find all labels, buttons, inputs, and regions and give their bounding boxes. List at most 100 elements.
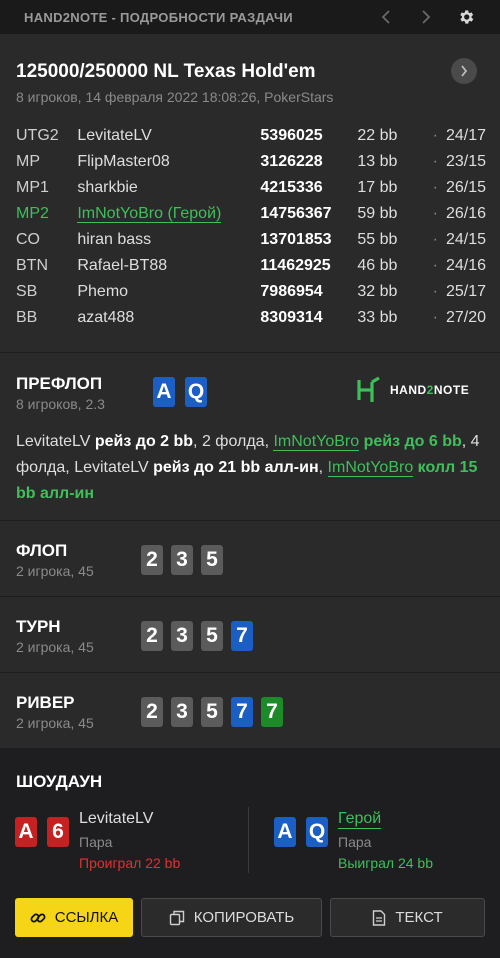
copy-button-label: КОПИРОВАТЬ (193, 909, 295, 926)
hud-separator: · (432, 231, 438, 248)
river-subtitle: 2 игрока, 45 (16, 715, 94, 731)
hero-card-1: A (153, 377, 175, 407)
player-hud-stats: · 26/16 (417, 205, 486, 223)
chevron-right-icon[interactable] (406, 0, 446, 34)
hero-name-link[interactable]: ImNotYoBro (Герой) (77, 205, 222, 223)
player-stack-bb: 33 bb (357, 309, 398, 326)
player-stack-bb: 22 bb (357, 127, 398, 144)
board-card: 2 (141, 545, 163, 575)
text-button[interactable]: ТЕКСТ (330, 898, 485, 937)
hud-separator: · (432, 257, 438, 274)
hand2note-logo: HAND2NOTE (356, 376, 469, 404)
hero-showdown-card-1: A (274, 817, 296, 847)
board-card: 7 (231, 621, 253, 651)
action-raise: рейз до 2 bb (94, 433, 194, 450)
window-title: HAND2NOTE - ПОДРОБНОСТИ РАЗДАЧИ (24, 9, 293, 25)
player-name: hiran bass (77, 231, 152, 248)
player-row: UTG2 LevitateLV 5396025 22 bb · 24/17 (16, 123, 486, 149)
flop-title: ФЛОП (16, 541, 68, 560)
player-hud-stats: · 27/20 (417, 309, 486, 327)
player-stack: 13701853 (260, 231, 332, 248)
hero-showdown-card-2: Q (306, 817, 328, 847)
preflop-actions: LevitateLV рейз до 2 bb, 2 фолда, ImNotY… (16, 429, 486, 507)
flop-section: ФЛОП 2 игрока, 45 2 3 5 (0, 521, 500, 596)
hud-separator: · (432, 127, 438, 144)
player-position: MP1 (16, 179, 49, 196)
hud-value: 25/17 (445, 283, 486, 300)
board-card: 3 (171, 697, 193, 727)
player-row: BB azat488 8309314 33 bb · 27/20 (16, 305, 486, 331)
player-position: BB (16, 309, 38, 326)
player-hud-stats: · 24/16 (417, 257, 486, 275)
hud-separator: · (432, 309, 438, 326)
player-row: BTN Rafael-BT88 11462925 46 bb · 24/16 (16, 253, 486, 279)
player-stack-bb: 46 bb (357, 257, 398, 274)
player-position: CO (16, 231, 40, 248)
hero-name-link[interactable]: ImNotYoBro (327, 459, 414, 477)
chevron-left-icon[interactable] (366, 0, 406, 34)
player-row-hero: MP2 ImNotYoBro (Герой) 14756367 59 bb · 26/16 (16, 201, 486, 227)
player-position: MP (16, 153, 40, 170)
link-button[interactable]: ССЫЛКА (15, 898, 133, 937)
board-card: 2 (141, 697, 163, 727)
showdown-title: ШОУДАУН (16, 772, 103, 791)
hud-value: 26/16 (445, 205, 486, 222)
player-stack: 3126228 (260, 153, 323, 170)
villain-name: LevitateLV (79, 810, 154, 827)
hero-showdown-name[interactable]: Герой (338, 810, 382, 829)
player-name: FlipMaster08 (77, 153, 170, 170)
board-card: 3 (171, 545, 193, 575)
player-hud-stats: · 25/17 (417, 283, 486, 301)
hud-value: 27/20 (445, 309, 486, 326)
document-icon (372, 909, 386, 926)
turn-section: ТУРН 2 игрока, 45 2 3 5 7 (0, 597, 500, 672)
board-card: 7 (231, 697, 253, 727)
player-stack: 11462925 (260, 257, 331, 274)
player-stack-bb: 59 bb (357, 205, 398, 222)
hud-separator: · (432, 179, 438, 196)
hud-value: 24/17 (445, 127, 486, 144)
villain-result: Проиграл 22 bb (79, 855, 181, 871)
player-stack-bb: 13 bb (357, 153, 398, 170)
player-stack: 14756367 (260, 205, 332, 222)
hud-value: 24/15 (445, 231, 486, 248)
hand2note-logo-icon (357, 376, 380, 402)
river-section: РИВЕР 2 игрока, 45 2 3 5 7 7 (0, 673, 500, 748)
player-row: MP1 sharkbie 4215336 17 bb · 26/15 (16, 175, 486, 201)
villain-hand: Пара (79, 834, 113, 850)
hero-action-raise: рейз до 6 bb (363, 433, 462, 450)
showdown-divider (248, 807, 249, 873)
player-list: UTG2 LevitateLV 5396025 22 bb · 24/17 MP FlipMa… (16, 123, 486, 331)
hud-value: 24/16 (445, 257, 486, 274)
player-name: Rafael-BT88 (77, 257, 168, 274)
player-stack-bb: 55 bb (357, 231, 398, 248)
hero-name-link[interactable]: ImNotYoBro (273, 433, 360, 451)
board-card: 5 (201, 545, 223, 575)
hud-value: 26/15 (445, 179, 486, 196)
hero-showdown-hand: Пара (338, 834, 372, 850)
next-hand-button[interactable] (451, 58, 477, 84)
hand-header-section: 125000/250000 NL Texas Hold'em 8 игроков… (0, 34, 500, 352)
board-card: 5 (201, 697, 223, 727)
player-name[interactable]: ImNotYoBro (Герой) (77, 205, 260, 223)
preflop-subtitle: 8 игроков, 2.3 (16, 396, 105, 412)
copy-button[interactable]: КОПИРОВАТЬ (141, 898, 322, 937)
gear-icon[interactable] (446, 0, 486, 34)
player-row: MP FlipMaster08 3126228 13 bb · 23/15 (16, 149, 486, 175)
player-row: SB Phemo 7986954 32 bb · 25/17 (16, 279, 486, 305)
link-button-label: ССЫЛКА (54, 909, 119, 926)
player-hud-stats: · 24/17 (417, 127, 486, 145)
player-stack-bb: 17 bb (357, 179, 398, 196)
player-position: MP2 (16, 205, 49, 222)
hud-separator: · (432, 205, 438, 222)
player-stack: 4215336 (260, 179, 323, 196)
action-player: LevitateLV (16, 433, 91, 450)
player-name: sharkbie (77, 179, 138, 196)
player-position: UTG2 (16, 127, 59, 144)
player-name: Phemo (77, 283, 129, 300)
link-icon (30, 910, 46, 926)
copy-icon (169, 910, 185, 926)
flop-subtitle: 2 игрока, 45 (16, 563, 94, 579)
title-bar: HAND2NOTE - ПОДРОБНОСТИ РАЗДАЧИ (0, 0, 500, 34)
hero-card-2: Q (185, 377, 207, 407)
